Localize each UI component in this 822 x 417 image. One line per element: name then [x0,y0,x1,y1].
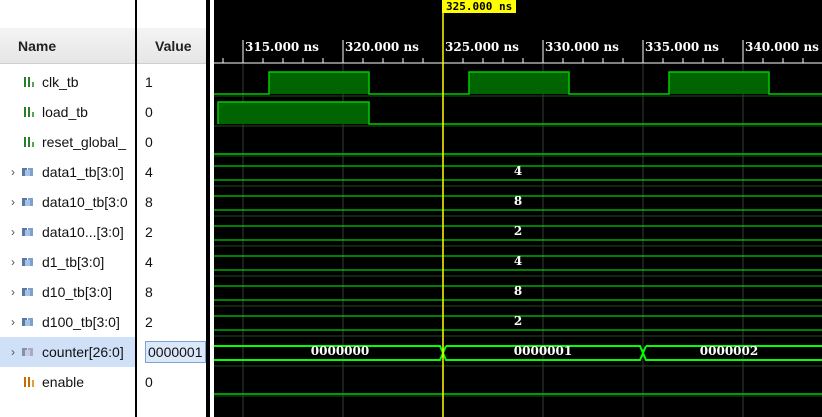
signal-value: 4 [145,254,153,270]
signal-row-4[interactable]: › data10_tb[3:0 [0,187,135,217]
signal-row-1[interactable]: load_tb [0,97,135,127]
signal-row-3[interactable]: › data1_tb[3:0] [0,157,135,187]
signal-value: 1 [145,74,153,90]
enable-signal-icon [20,376,38,388]
ruler-tick-label: 330.000 ns [545,40,619,54]
bus-signal-icon [20,316,38,328]
signal-value-row-3[interactable]: 4 [137,157,206,187]
signal-value: 0 [145,374,153,390]
bus-value-label: 0000001 [513,344,573,358]
bus-value-label: 4 [513,254,523,268]
signal-value-row-10[interactable]: 0 [137,367,206,397]
signal-value-row-4[interactable]: 8 [137,187,206,217]
signal-row-6[interactable]: › d1_tb[3:0] [0,247,135,277]
signal-name: load_tb [42,104,88,120]
signal-name: data10...[3:0] [42,224,124,240]
signal-name: enable [42,374,85,390]
bus-signal-icon [20,226,38,238]
cursor-time-marker[interactable]: 325.000 ns [442,0,517,13]
value-column-header[interactable]: Value [137,28,206,64]
signal-name: clk_tb [42,74,79,90]
counter-bus-icon [20,346,38,358]
bus-value-label: 8 [513,194,523,208]
bus-signal-icon [20,256,38,268]
bus-value-label: 2 [513,224,523,238]
signal-row-5[interactable]: › data10...[3:0] [0,217,135,247]
clk-high-fill [269,72,369,94]
signal-name: counter[26:0] [42,344,124,360]
ruler-tick-label: 340.000 ns [745,40,819,54]
signal-value-row-7[interactable]: 8 [137,277,206,307]
waveform-viewer[interactable]: 325.000 ns 315.000 ns 320.000 ns 325.000 n… [214,0,822,417]
bus-value-label: 4 [513,164,523,178]
clk-high-fill [669,72,769,94]
signal-value-row-9[interactable]: 0000001 [137,337,206,367]
bus-value-label: 0000002 [699,344,759,358]
signal-value-row-6[interactable]: 4 [137,247,206,277]
signal-value-row-1[interactable]: 0 [137,97,206,127]
signal-value-row-0[interactable]: 1 [137,67,206,97]
signal-name: reset_global_ [42,134,127,150]
ruler-tick-label: 325.000 ns [445,40,519,54]
signal-name: d100_tb[3:0] [42,314,120,330]
bus-value-label: 8 [513,284,523,298]
expand-chevron-icon[interactable]: › [6,345,20,359]
logic-signal-icon [20,76,38,88]
expand-chevron-icon[interactable]: › [6,195,20,209]
expand-chevron-icon[interactable]: › [6,315,20,329]
logic-signal-icon [20,136,38,148]
logic-signal-icon [20,106,38,118]
signal-value: 0 [145,104,153,120]
bus-value-label: 2 [513,314,523,328]
signal-value-row-8[interactable]: 2 [137,307,206,337]
signal-value: 0000001 [145,341,206,363]
signal-row-0[interactable]: clk_tb [0,67,135,97]
signal-row-7[interactable]: › d10_tb[3:0] [0,277,135,307]
bus-value-label: 0000000 [310,344,370,358]
signal-value: 8 [145,284,153,300]
name-column-header[interactable]: Name [0,28,135,64]
signal-value: 2 [145,314,153,330]
signal-name: d10_tb[3:0] [42,284,113,300]
ruler-tick-label: 335.000 ns [645,40,719,54]
bus-signal-icon [20,196,38,208]
signal-value: 8 [145,194,153,210]
signal-name: d1_tb[3:0] [42,254,105,270]
ruler-tick-label: 320.000 ns [345,40,419,54]
load-high-fill [218,102,369,124]
bus-signal-icon [20,286,38,298]
signal-name: data1_tb[3:0] [42,164,124,180]
signal-value: 4 [145,164,153,180]
bus-signal-icon [20,166,38,178]
expand-chevron-icon[interactable]: › [6,255,20,269]
signal-value: 2 [145,224,153,240]
expand-chevron-icon[interactable]: › [6,165,20,179]
signal-row-2[interactable]: reset_global_ [0,127,135,157]
signal-row-9[interactable]: › counter[26:0] [0,337,135,367]
signal-value-row-2[interactable]: 0 [137,127,206,157]
signal-value-row-5[interactable]: 2 [137,217,206,247]
signal-row-8[interactable]: › d100_tb[3:0] [0,307,135,337]
signal-value: 0 [145,134,153,150]
ruler-tick-label: 315.000 ns [245,40,319,54]
clk-high-fill [469,72,569,94]
signal-row-10[interactable]: enable [0,367,135,397]
signal-name: data10_tb[3:0 [42,194,128,210]
expand-chevron-icon[interactable]: › [6,285,20,299]
expand-chevron-icon[interactable]: › [6,225,20,239]
